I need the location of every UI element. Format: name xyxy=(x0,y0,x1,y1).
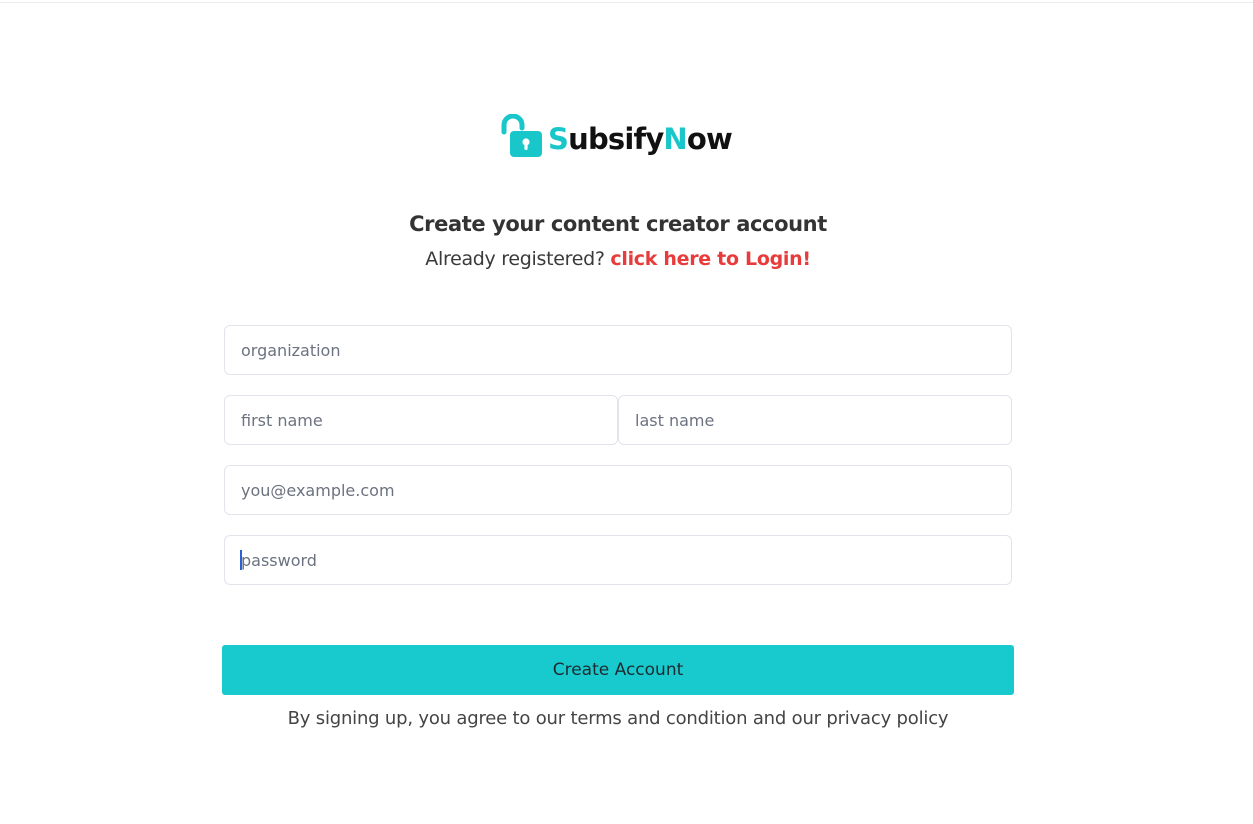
unlocked-padlock-icon xyxy=(501,114,542,157)
page-title: Create your content creator account xyxy=(409,212,827,236)
create-account-button[interactable]: Create Account xyxy=(222,645,1014,695)
top-divider xyxy=(0,2,1253,3)
brand-name: SubsifyNow xyxy=(548,121,733,156)
terms-text: By signing up, you agree to our terms an… xyxy=(287,708,949,729)
login-link[interactable]: click here to Login! xyxy=(610,248,811,270)
already-registered-text: Already registered? xyxy=(425,248,605,270)
first-name-input[interactable] xyxy=(224,395,618,445)
last-name-input[interactable] xyxy=(618,395,1012,445)
logo: SubsifyNow xyxy=(500,114,733,160)
password-input[interactable] xyxy=(224,535,1012,585)
login-prompt: Already registered? click here to Login! xyxy=(0,248,1236,270)
text-cursor xyxy=(240,550,242,570)
organization-input[interactable] xyxy=(224,325,1012,375)
email-input[interactable] xyxy=(224,465,1012,515)
